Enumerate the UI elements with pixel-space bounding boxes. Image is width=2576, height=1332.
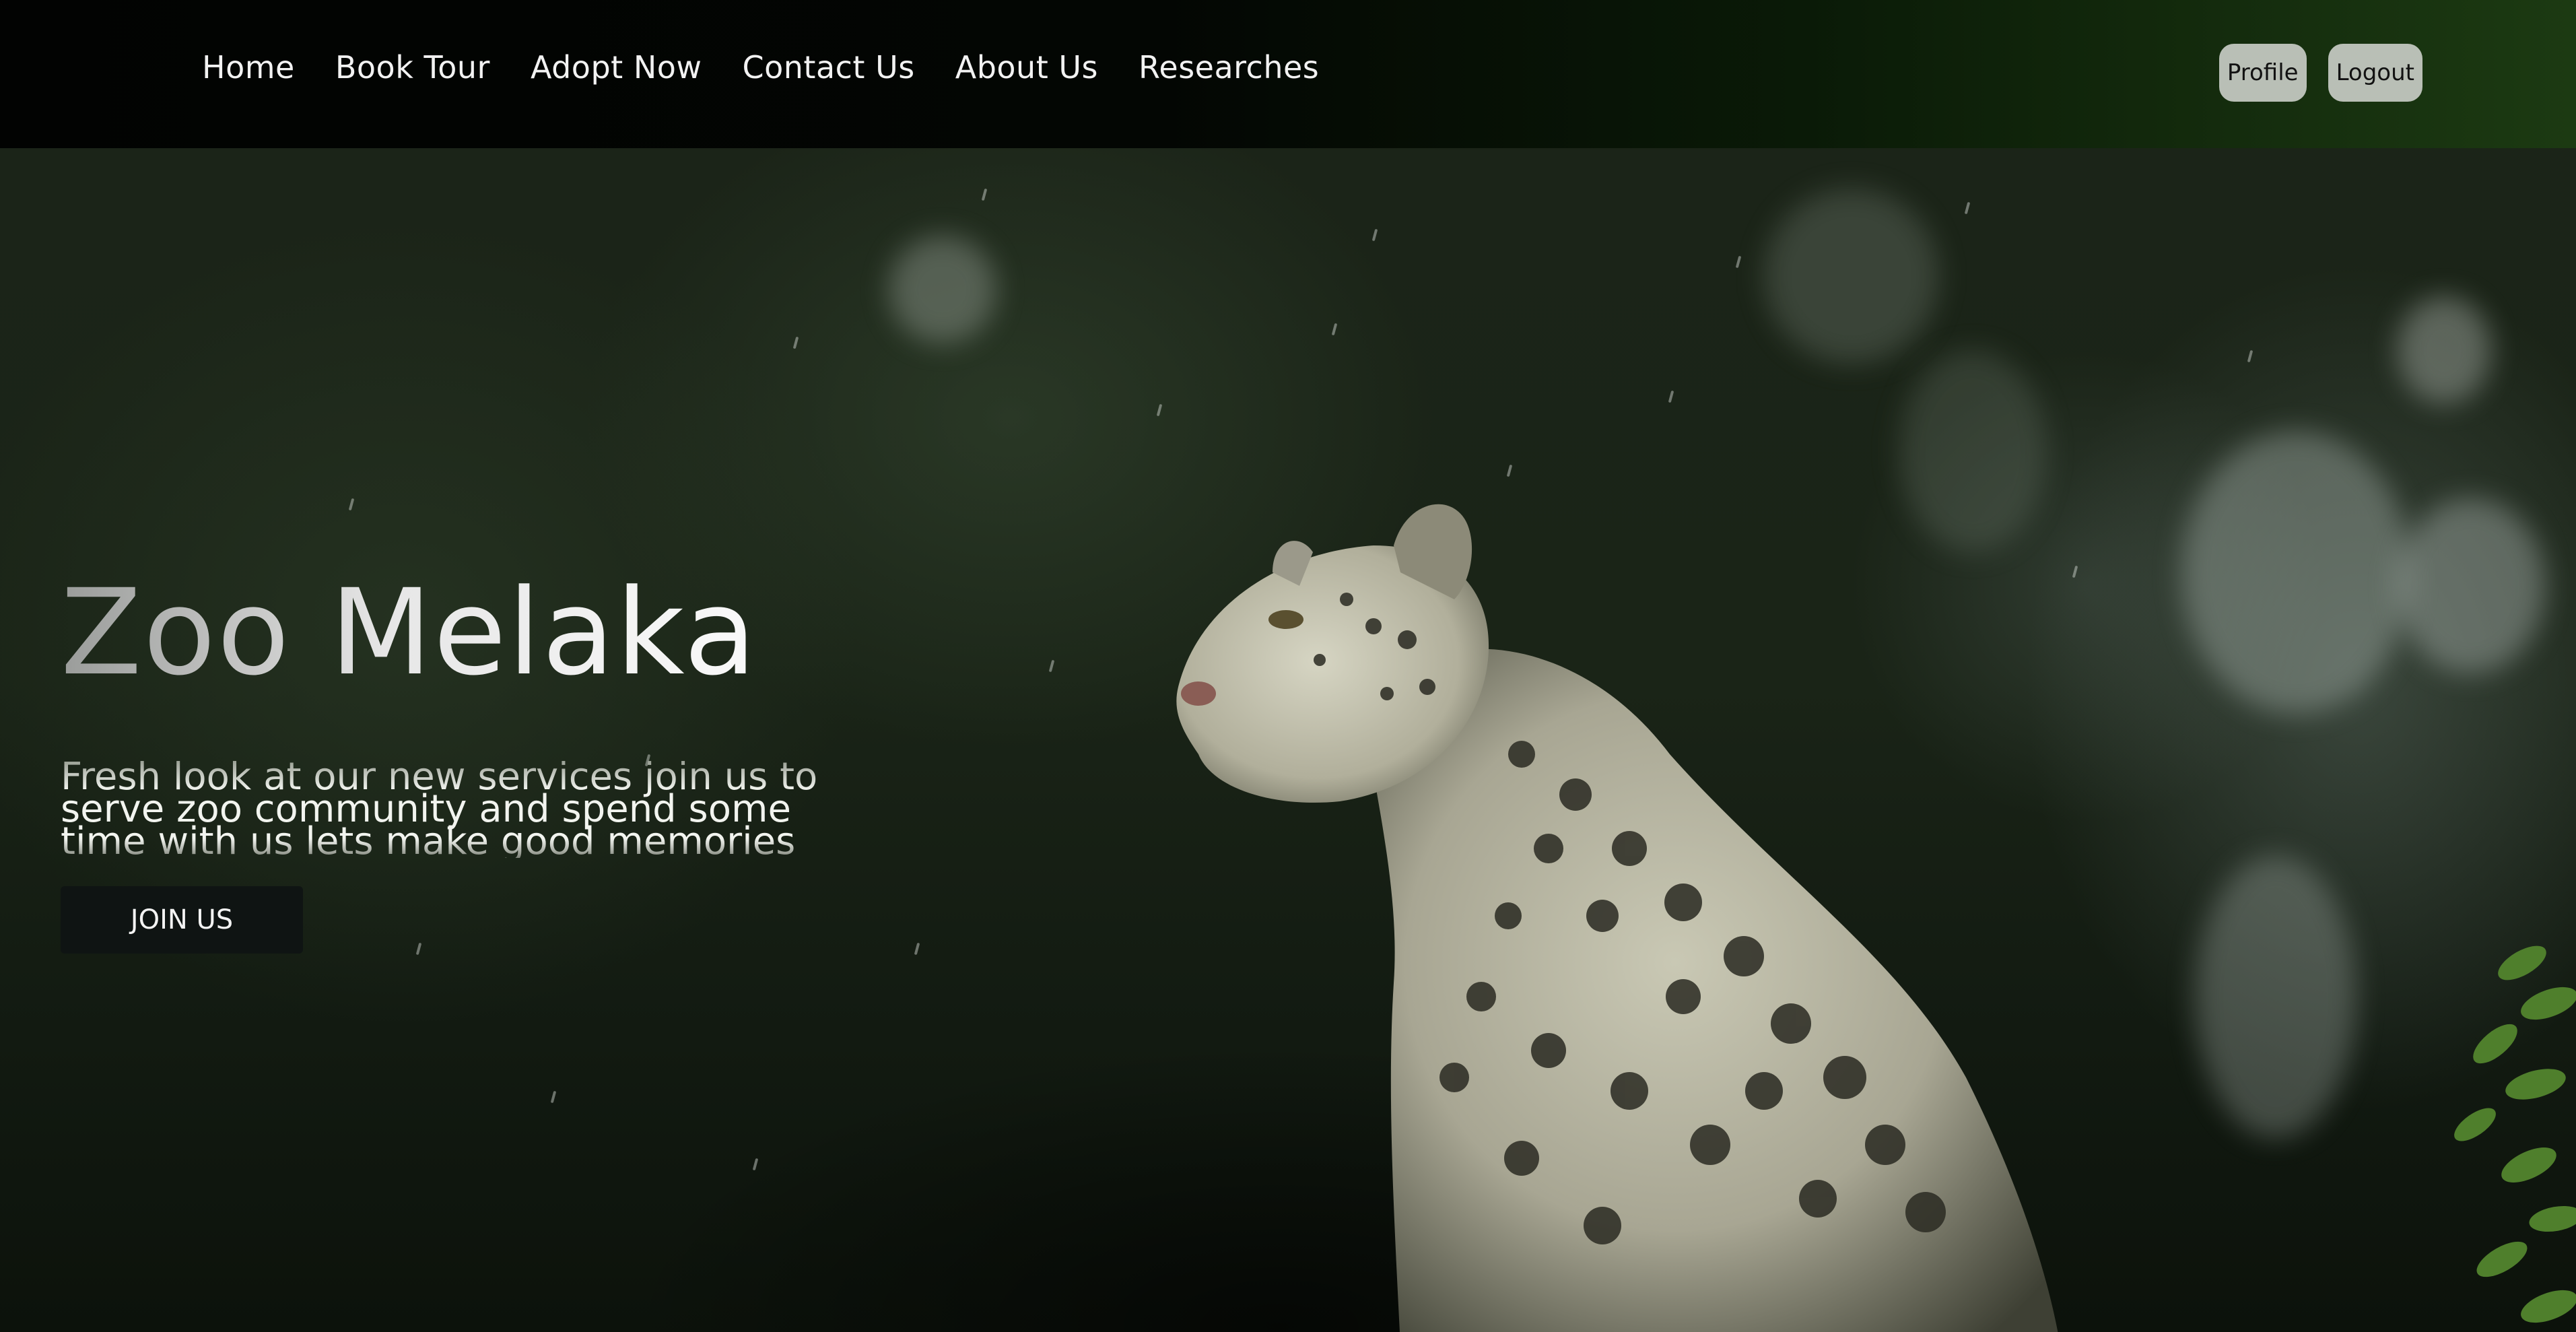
hero-title: Zoo Melaka bbox=[61, 566, 869, 700]
rain-drop bbox=[1735, 255, 1742, 269]
nav-link-adopt-now[interactable]: Adopt Now bbox=[531, 47, 702, 88]
nav-link-researches[interactable]: Researches bbox=[1139, 47, 1319, 88]
hero-section: Zoo Melaka Fresh look at our new service… bbox=[0, 148, 2576, 1332]
nav-link-home[interactable]: Home bbox=[202, 47, 295, 88]
hero-content: Zoo Melaka Fresh look at our new service… bbox=[61, 566, 869, 954]
rain-drop bbox=[981, 188, 988, 201]
rain-drop bbox=[1668, 390, 1674, 403]
nav-link-book-tour[interactable]: Book Tour bbox=[335, 47, 490, 88]
background-bokeh bbox=[889, 236, 996, 343]
rain-drop bbox=[1331, 323, 1338, 336]
rain-drop bbox=[2247, 349, 2253, 363]
rain-drop bbox=[792, 336, 799, 349]
rain-drop bbox=[1048, 659, 1055, 673]
background-bokeh bbox=[2397, 296, 2491, 404]
nav-links: Home Book Tour Adopt Now Contact Us Abou… bbox=[202, 47, 1319, 88]
nav-actions: Profile Logout bbox=[2218, 44, 2422, 102]
top-navbar: Home Book Tour Adopt Now Contact Us Abou… bbox=[0, 0, 2576, 148]
join-us-button[interactable]: JOIN US bbox=[61, 886, 303, 954]
foliage-leaves bbox=[2454, 945, 2576, 1323]
rain-drop bbox=[1371, 228, 1378, 242]
rain-drop bbox=[348, 498, 355, 511]
rain-drop bbox=[1156, 403, 1163, 417]
profile-button[interactable]: Profile bbox=[2218, 44, 2307, 102]
page: Home Book Tour Adopt Now Contact Us Abou… bbox=[0, 0, 2576, 1332]
hero-description: Fresh look at our new services join us t… bbox=[61, 758, 842, 861]
nav-link-about-us[interactable]: About Us bbox=[955, 47, 1098, 88]
nav-link-contact-us[interactable]: Contact Us bbox=[743, 47, 915, 88]
snow-leopard-image bbox=[1176, 504, 2058, 1332]
rain-drop bbox=[550, 1090, 557, 1104]
rain-drop bbox=[914, 942, 920, 956]
rain-drop bbox=[1964, 201, 1971, 215]
logout-button[interactable]: Logout bbox=[2328, 44, 2422, 102]
rain-drop bbox=[752, 1158, 759, 1171]
background-bokeh bbox=[1764, 189, 1939, 364]
background-bokeh bbox=[2397, 498, 2545, 673]
